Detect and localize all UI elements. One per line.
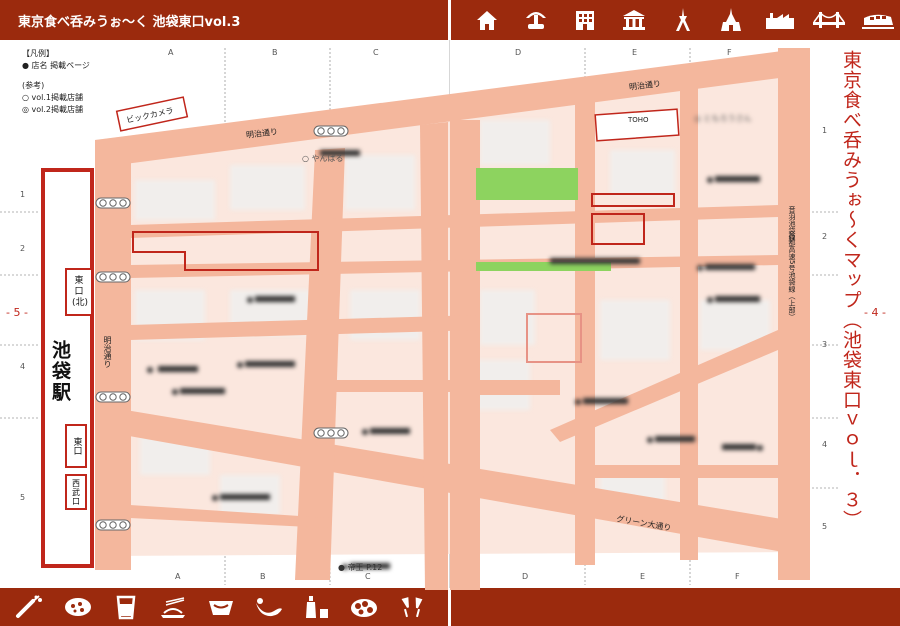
grid-col-label: D xyxy=(515,48,522,57)
grid-col-label: D xyxy=(522,572,529,581)
legend-shop: ● 店名 掲載ページ xyxy=(22,61,90,70)
vertical-map-title: 東京食べ呑みうぉ〜くマップ（池袋東口ｖｏｌ．３） xyxy=(840,50,862,530)
grid-row-label: 2 xyxy=(20,244,26,253)
exit-west-box[interactable]: 西武口 xyxy=(65,474,87,510)
legend-heading: 【凡例】 xyxy=(22,49,54,58)
grid-col-label: C xyxy=(365,572,371,581)
page-number-right: - 4 - xyxy=(864,306,886,319)
exit-east-label: 東口 xyxy=(71,437,82,455)
grid-col-label: B xyxy=(260,572,266,581)
legend-vol1: ○ vol.1掲載店舗 xyxy=(22,93,84,102)
grid-row-label: 5 xyxy=(822,522,828,531)
street-label-highway: 首都高速5号池袋線（上部） xyxy=(788,232,796,321)
area-map xyxy=(0,48,840,590)
park-area xyxy=(476,168,578,200)
grid-row-label: 4 xyxy=(20,362,26,371)
street-label-meiji-vertical: 明治通り xyxy=(103,336,112,368)
landmark-toho: TOHO xyxy=(628,116,649,124)
station-name: 池袋駅 xyxy=(49,340,71,403)
exit-north-box[interactable]: 東口(北) xyxy=(65,268,93,316)
grid-col-label: B xyxy=(272,48,278,57)
grid-col-label: E xyxy=(640,572,646,581)
shop-yanbaru[interactable]: ○ やんばる xyxy=(302,153,344,164)
shop-top-right[interactable]: ◎ ともろうさん xyxy=(694,113,752,124)
grid-row-label: 5 xyxy=(20,493,26,502)
legend-ref-heading: (参考) xyxy=(22,81,45,90)
grid-row-label: 3 xyxy=(822,340,828,349)
grid-col-label: A xyxy=(168,48,174,57)
toho-box xyxy=(594,108,680,142)
page-number-left: - 5 - xyxy=(6,306,28,319)
street-label-highway-short: 音羽池袋線 xyxy=(788,206,796,241)
exit-north-label: 東口(北) xyxy=(72,275,89,308)
grid-col-label: C xyxy=(373,48,379,57)
grid-col-label: E xyxy=(632,48,638,57)
grid-row-label: 2 xyxy=(822,232,828,241)
map-legend: 【凡例】 ● 店名 掲載ページ (参考) ○ vol.1掲載店舗 ◎ vol.2… xyxy=(22,48,90,116)
exit-west-label: 西武口 xyxy=(72,478,80,506)
grid-row-label: 1 xyxy=(20,190,26,199)
grid-row-label: 1 xyxy=(822,126,828,135)
grid-row-label: 4 xyxy=(822,440,828,449)
grid-col-label: F xyxy=(727,48,732,57)
exit-east-box[interactable]: 東口 xyxy=(65,424,87,468)
shop-teiou[interactable]: ● 帝王 P.12 xyxy=(338,562,382,573)
grid-col-label: F xyxy=(735,572,740,581)
legend-vol2: ◎ vol.2掲載店舗 xyxy=(22,105,84,114)
grid-col-label: A xyxy=(175,572,181,581)
